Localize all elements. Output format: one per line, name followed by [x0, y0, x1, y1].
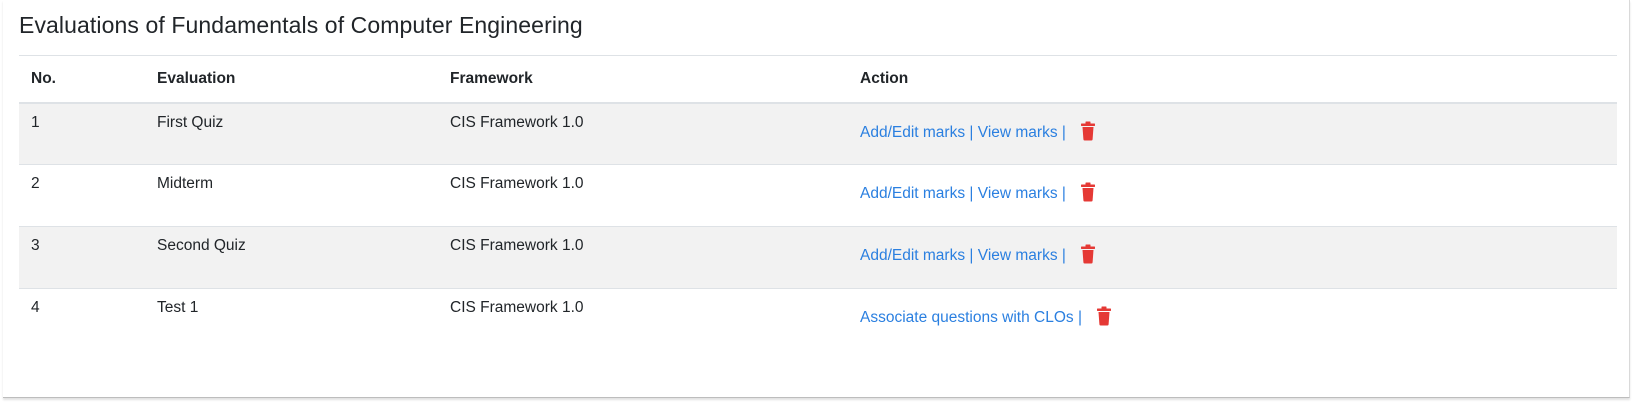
cell-evaluation: Second Quiz	[145, 226, 438, 289]
cell-action: Add/Edit marks | View marks |	[848, 226, 1617, 289]
trash-icon[interactable]	[1080, 244, 1096, 264]
separator: |	[969, 123, 974, 141]
separator: |	[969, 185, 974, 202]
header-evaluation: Evaluation	[145, 55, 438, 104]
cell-framework: CIS Framework 1.0	[438, 102, 848, 165]
cell-no: 2	[19, 164, 145, 227]
cell-action: Associate questions with CLOs |	[848, 289, 1617, 351]
table-row: 1 First Quiz CIS Framework 1.0 Add/Edit …	[19, 102, 1617, 165]
table-header-row: No. Evaluation Framework Action	[19, 55, 1617, 104]
cell-evaluation: First Quiz	[145, 102, 438, 165]
evaluations-table: No. Evaluation Framework Action 1 First …	[19, 55, 1617, 351]
associate-questions-link[interactable]: Associate questions with CLOs	[860, 309, 1074, 326]
header-action: Action	[848, 55, 1617, 104]
add-edit-marks-link[interactable]: Add/Edit marks	[860, 124, 965, 141]
cell-framework: CIS Framework 1.0	[450, 299, 584, 316]
cell-framework: CIS Framework 1.0	[438, 164, 848, 227]
cell-evaluation: Test 1	[157, 299, 199, 316]
cell-no: 1	[19, 102, 145, 165]
cell-evaluation: Midterm	[145, 164, 438, 227]
add-edit-marks-link[interactable]: Add/Edit marks	[860, 185, 965, 202]
cell-no: 4	[31, 299, 40, 316]
separator: |	[1061, 185, 1066, 202]
view-marks-link[interactable]: View marks	[978, 124, 1058, 141]
table-row: 3 Second Quiz CIS Framework 1.0 Add/Edit…	[19, 226, 1617, 289]
evaluations-card: Evaluations of Fundamentals of Computer …	[3, 0, 1630, 398]
separator: |	[1061, 247, 1066, 264]
separator: |	[969, 247, 974, 264]
trash-icon[interactable]	[1080, 182, 1096, 202]
view-marks-link[interactable]: View marks	[978, 185, 1058, 202]
trash-icon[interactable]	[1096, 306, 1112, 326]
header-framework: Framework	[438, 55, 848, 104]
trash-icon[interactable]	[1080, 121, 1096, 141]
separator: |	[1077, 309, 1082, 326]
table-row: 2 Midterm CIS Framework 1.0 Add/Edit mar…	[19, 164, 1617, 227]
table-row: 4 Test 1 CIS Framework 1.0 Associate que…	[19, 289, 1617, 351]
view-marks-link[interactable]: View marks	[978, 247, 1058, 264]
cell-action: Add/Edit marks | View marks |	[848, 102, 1617, 165]
cell-framework: CIS Framework 1.0	[438, 226, 848, 289]
separator: |	[1061, 123, 1066, 141]
cell-no: 3	[19, 226, 145, 289]
add-edit-marks-link[interactable]: Add/Edit marks	[860, 247, 965, 264]
header-no: No.	[19, 55, 145, 104]
page-title: Evaluations of Fundamentals of Computer …	[19, 12, 583, 38]
cell-action: Add/Edit marks | View marks |	[848, 164, 1617, 227]
